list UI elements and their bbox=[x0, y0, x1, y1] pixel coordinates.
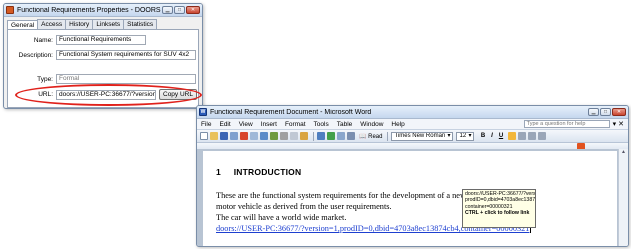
heading-number: 1 bbox=[216, 167, 221, 177]
menubar: File Edit View Insert Format Tools Table… bbox=[197, 119, 628, 130]
pdf-icon[interactable] bbox=[240, 132, 248, 140]
vertical-scrollbar[interactable]: ▲ bbox=[618, 149, 628, 246]
toolbar-separator bbox=[313, 131, 314, 141]
numbering-icon[interactable] bbox=[528, 132, 537, 140]
word-maximize-button[interactable]: □ bbox=[600, 108, 611, 116]
font-name-select[interactable]: Times New Roman ▾ bbox=[391, 131, 454, 141]
tab-linksets[interactable]: Linksets bbox=[92, 19, 125, 29]
show-hide-icon[interactable] bbox=[347, 132, 355, 140]
heading-1: 1 INTRODUCTION bbox=[216, 167, 301, 177]
undo-icon[interactable] bbox=[317, 132, 325, 140]
url-row: URL: doors://USER-PC:36677/?version=1 Co… bbox=[8, 89, 197, 100]
read-label: Read bbox=[368, 133, 383, 140]
align-left-icon[interactable] bbox=[508, 132, 517, 140]
help-search-input[interactable]: Type a question for help bbox=[523, 120, 610, 128]
menu-help[interactable]: Help bbox=[391, 121, 404, 128]
menu-window[interactable]: Window bbox=[360, 121, 383, 128]
permission-icon[interactable] bbox=[230, 132, 238, 140]
word-app-icon: W bbox=[199, 108, 207, 116]
align-center-icon[interactable] bbox=[518, 132, 527, 140]
chevron-down-icon: ▾ bbox=[447, 132, 451, 139]
tooltip-line-4: CTRL + click to follow link bbox=[465, 209, 530, 216]
font-name-value: Times New Roman bbox=[394, 132, 446, 139]
doors-app-icon bbox=[6, 6, 14, 14]
read-button[interactable]: 📖 Read bbox=[359, 133, 382, 140]
scroll-up-icon[interactable]: ▲ bbox=[619, 149, 628, 156]
paste-icon[interactable] bbox=[300, 132, 308, 140]
doors-properties-window: Functional Requirements Properties - DOO… bbox=[3, 3, 203, 109]
print-icon[interactable] bbox=[250, 132, 258, 140]
minimize-button[interactable]: ▁ bbox=[162, 6, 173, 14]
italic-button[interactable]: I bbox=[487, 132, 496, 141]
menu-file[interactable]: File bbox=[201, 121, 211, 128]
type-row: Type: Formal bbox=[8, 74, 196, 84]
type-field: Formal bbox=[56, 74, 196, 84]
paragraph-line-1: These are the functional system requirem… bbox=[216, 191, 473, 200]
description-field[interactable]: Functional System requirements for SUV 4… bbox=[56, 50, 196, 60]
new-document-icon[interactable] bbox=[200, 132, 208, 140]
open-folder-icon[interactable] bbox=[210, 132, 218, 140]
toolbar-separator bbox=[387, 131, 389, 141]
tooltip-line-2: prodID=0,dbid=4703a8ec13874cb4, bbox=[465, 197, 536, 204]
word-window-title: Functional Requirement Document - Micros… bbox=[210, 108, 372, 116]
hyperlink-icon[interactable] bbox=[327, 132, 335, 140]
standard-toolbar: 📖 Read Times New Roman ▾ 12 ▾ B I U bbox=[197, 130, 628, 143]
font-size-value: 12 bbox=[459, 132, 467, 139]
save-icon[interactable] bbox=[220, 132, 228, 140]
tab-statistics[interactable]: Statistics bbox=[123, 19, 158, 29]
word-minimize-button[interactable]: ▁ bbox=[588, 108, 599, 116]
hyperlink-tooltip: doors://USER-PC:36677/?version=1, prodID… bbox=[462, 189, 536, 228]
doors-titlebar[interactable]: Functional Requirements Properties - DOO… bbox=[4, 4, 202, 17]
url-field[interactable]: doors://USER-PC:36677/?version=1 bbox=[56, 89, 156, 100]
menu-insert[interactable]: Insert bbox=[261, 121, 277, 128]
word-close-button[interactable]: ✕ bbox=[612, 108, 626, 116]
word-titlebar[interactable]: W Functional Requirement Document - Micr… bbox=[197, 106, 628, 119]
word-window: W Functional Requirement Document - Micr… bbox=[196, 105, 629, 247]
description-row: Description: Functional System requireme… bbox=[8, 50, 196, 60]
paragraph-line-3: The car will have a world wide market. bbox=[216, 213, 347, 222]
font-size-select[interactable]: 12 ▾ bbox=[456, 131, 475, 141]
menu-view[interactable]: View bbox=[239, 121, 253, 128]
cut-icon[interactable] bbox=[280, 132, 288, 140]
general-panel: Name: Functional Requirements Descriptio… bbox=[7, 29, 199, 108]
doors-window-title: Functional Requirements Properties - DOO… bbox=[17, 6, 161, 14]
close-button[interactable]: ✕ bbox=[186, 6, 200, 14]
menu-tools[interactable]: Tools bbox=[314, 121, 329, 128]
menu-edit[interactable]: Edit bbox=[219, 121, 230, 128]
name-row: Name: Functional Requirements bbox=[8, 35, 146, 45]
table-icon[interactable] bbox=[337, 132, 345, 140]
heading-text: INTRODUCTION bbox=[233, 167, 302, 177]
print-preview-icon[interactable] bbox=[260, 132, 268, 140]
tab-access[interactable]: Access bbox=[37, 19, 67, 29]
name-field[interactable]: Functional Requirements bbox=[56, 35, 146, 45]
close-document-icon[interactable]: ▾ ✕ bbox=[613, 120, 624, 128]
document-area: 1 INTRODUCTION These are the functional … bbox=[197, 149, 619, 246]
chevron-down-icon: ▾ bbox=[468, 132, 472, 139]
url-label: URL: bbox=[38, 91, 53, 98]
type-label: Type: bbox=[37, 75, 53, 83]
underline-button[interactable]: U bbox=[496, 132, 505, 141]
name-label: Name: bbox=[33, 36, 53, 44]
spelling-icon[interactable] bbox=[270, 132, 278, 140]
bold-button[interactable]: B bbox=[478, 132, 487, 141]
paragraph-line-2: motor vehicle as derived from the user r… bbox=[216, 202, 392, 211]
menu-table[interactable]: Table bbox=[337, 121, 353, 128]
document-page[interactable]: 1 INTRODUCTION These are the functional … bbox=[203, 151, 617, 246]
copy-icon[interactable] bbox=[290, 132, 298, 140]
bullets-icon[interactable] bbox=[538, 132, 547, 140]
tab-history[interactable]: History bbox=[65, 19, 94, 29]
description-label: Description: bbox=[18, 51, 53, 59]
menu-format[interactable]: Format bbox=[285, 121, 306, 128]
properties-tabbar: General Access History Linksets Statisti… bbox=[4, 17, 202, 30]
copy-url-button[interactable]: Copy URL bbox=[159, 89, 197, 100]
maximize-button[interactable]: □ bbox=[174, 6, 185, 14]
